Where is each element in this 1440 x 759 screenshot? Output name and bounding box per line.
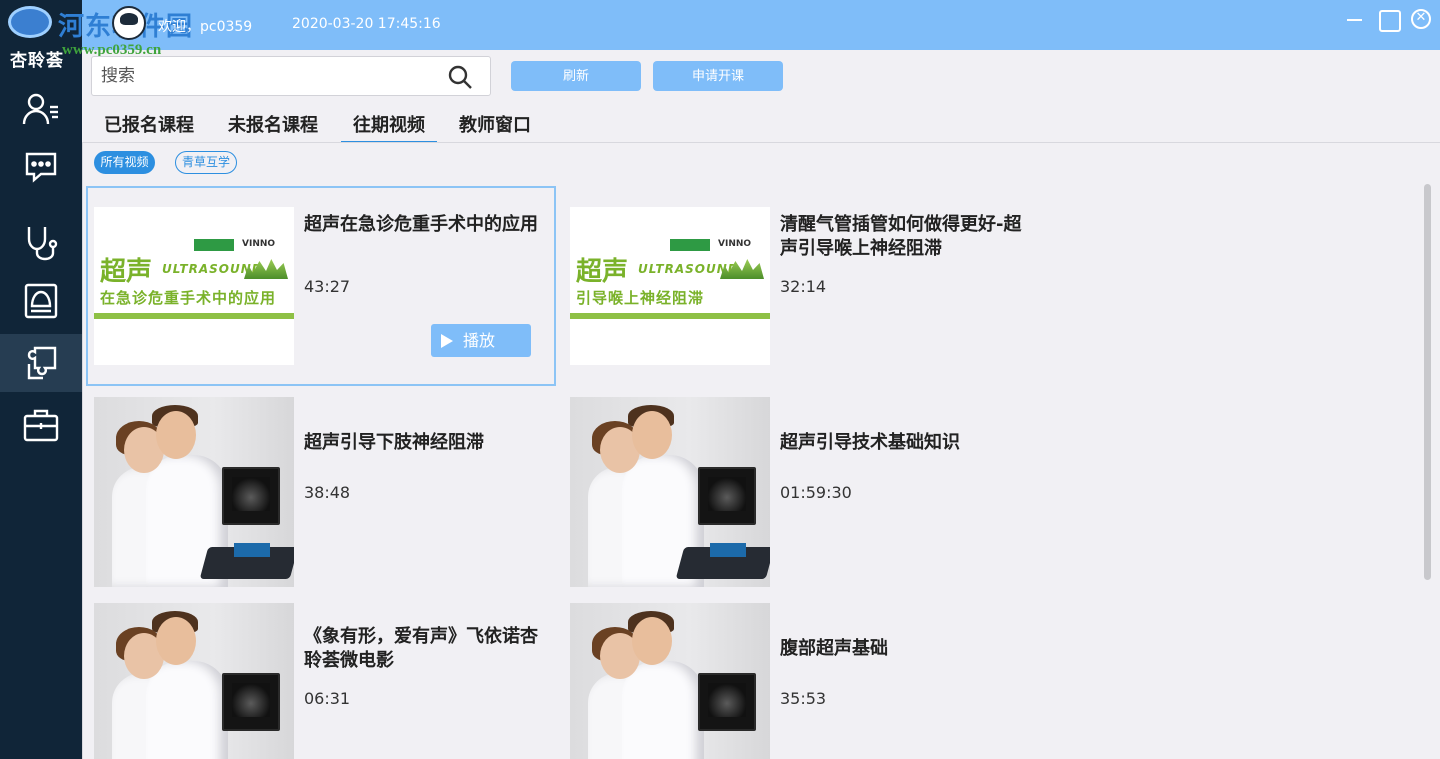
- close-button[interactable]: ✕: [1410, 8, 1432, 30]
- minimize-button[interactable]: [1344, 8, 1366, 30]
- puzzle-icon: [27, 346, 57, 380]
- chat-icon: [25, 152, 57, 183]
- user-list-icon: [22, 93, 58, 125]
- tab-enrolled-courses[interactable]: 已报名课程: [101, 112, 197, 142]
- play-button[interactable]: 播放: [431, 324, 531, 357]
- vinno-logo: VINNO: [242, 239, 276, 249]
- sidebar: [0, 80, 82, 759]
- search-input[interactable]: [91, 56, 491, 96]
- video-duration: 38:48: [304, 483, 351, 502]
- video-title[interactable]: 超声在急诊危重手术中的应用: [304, 213, 544, 237]
- thumbnail-heading: 超声: [576, 257, 629, 287]
- video-title[interactable]: 《象有形，爱有声》飞依诺杏聆荟微电影: [304, 625, 544, 673]
- video-duration: 35:53: [780, 689, 827, 708]
- thumbnail-subtitle: 引导喉上神经阻滞: [576, 289, 705, 307]
- video-title[interactable]: 超声引导技术基础知识: [780, 431, 1020, 455]
- video-duration: 01:59:30: [780, 483, 852, 502]
- video-thumbnail[interactable]: [570, 603, 770, 759]
- user-avatar[interactable]: [112, 6, 146, 40]
- datetime-text: 2020-03-20 17:45:16: [292, 16, 441, 32]
- video-duration: 32:14: [780, 277, 827, 296]
- sidebar-item-ultrasound[interactable]: [0, 272, 82, 330]
- sidebar-item-users[interactable]: [0, 80, 82, 138]
- filter-all-videos[interactable]: 所有视频: [94, 151, 155, 174]
- close-icon: ✕: [1415, 10, 1427, 25]
- video-title[interactable]: 清醒气管插管如何做得更好-超声引导喉上神经阻滞: [780, 213, 1030, 261]
- vinno-logo: VINNO: [718, 239, 752, 249]
- video-thumbnail[interactable]: VINNO 超声 ULTRASOUND 引导喉上神经阻滞: [570, 207, 770, 365]
- play-label: 播放: [463, 331, 496, 350]
- video-duration: 43:27: [304, 277, 351, 296]
- sidebar-item-chat[interactable]: [0, 138, 82, 196]
- briefcase-icon: [23, 409, 59, 442]
- app-window: 杏聆荟 河东软件园 www.pc0359.cn 欢迎，pc0359 2020-0…: [0, 0, 1440, 759]
- sidebar-item-stethoscope[interactable]: [0, 214, 82, 272]
- video-title[interactable]: 腹部超声基础: [780, 637, 1020, 661]
- sidebar-item-briefcase[interactable]: [0, 396, 82, 454]
- welcome-text: 欢迎，pc0359: [158, 19, 253, 35]
- ultrasound-icon: [24, 283, 58, 319]
- scrollbar-thumb[interactable]: [1424, 184, 1431, 580]
- video-thumbnail[interactable]: [94, 397, 294, 587]
- play-icon: [441, 334, 453, 348]
- app-logo-icon: [8, 6, 52, 38]
- video-duration: 06:31: [304, 689, 351, 708]
- thumbnail-bar: [94, 313, 294, 319]
- stethoscope-icon: [27, 227, 58, 261]
- maximize-button[interactable]: [1377, 8, 1401, 32]
- video-thumbnail[interactable]: VINNO 超声 ULTRASOUND 在急诊危重手术中的应用: [94, 207, 294, 365]
- brand-logo-icon: [670, 239, 710, 251]
- filter-qingcao-huxue[interactable]: 青草互学: [175, 151, 237, 174]
- tab-teacher-window[interactable]: 教师窗口: [457, 112, 533, 142]
- refresh-button[interactable]: 刷新: [511, 61, 641, 91]
- apply-course-button[interactable]: 申请开课: [653, 61, 783, 91]
- sidebar-item-puzzle[interactable]: [0, 334, 82, 392]
- brand-logo-icon: [194, 239, 234, 251]
- thumbnail-bar: [570, 313, 770, 319]
- thumbnail-heading: 超声: [100, 257, 153, 287]
- video-thumbnail[interactable]: [570, 397, 770, 587]
- thumbnail-subtitle: 在急诊危重手术中的应用: [100, 289, 277, 307]
- video-thumbnail[interactable]: [94, 603, 294, 759]
- video-title[interactable]: 超声引导下肢神经阻滞: [304, 431, 544, 455]
- tab-unenrolled-courses[interactable]: 未报名课程: [225, 112, 321, 142]
- tab-past-videos[interactable]: 往期视频: [341, 112, 437, 144]
- search-icon[interactable]: [447, 64, 473, 90]
